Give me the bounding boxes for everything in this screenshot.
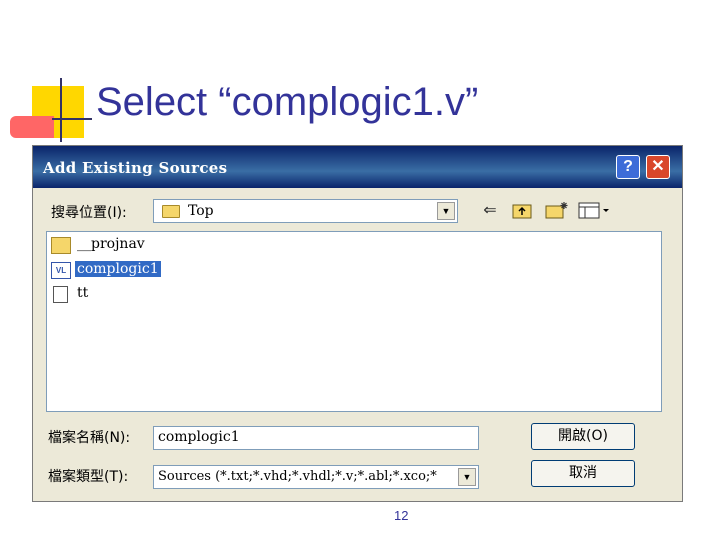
open-button[interactable]: 開啟(O) [531,423,635,450]
help-button[interactable]: ? [616,155,640,179]
new-folder-icon[interactable] [545,200,568,222]
add-existing-sources-dialog: Add Existing Sources ? ✕ 搜尋位置(I): Top ▼ … [32,145,683,502]
file-name-label: 檔案名稱(N): [48,430,131,446]
chevron-down-icon[interactable]: ▼ [437,202,455,220]
slide-decoration-horizontal-line [52,118,92,120]
slide-decoration-red-bar [10,116,54,138]
slide-decoration-vertical-line [60,78,62,142]
cancel-button[interactable]: 取消 [531,460,635,487]
list-item[interactable]: __projnav [51,236,251,256]
list-item-selected[interactable]: VL complogic1 [51,261,251,281]
chevron-down-icon[interactable]: ▼ [458,468,476,486]
look-in-value: Top [188,203,214,219]
slide-title: Select “complogic1.v” [96,80,479,124]
look-in-dropdown[interactable]: Top ▼ [153,199,458,223]
close-button[interactable]: ✕ [646,155,670,179]
file-list[interactable]: __projnav VL complogic1 tt [46,231,662,412]
folder-icon [51,237,71,254]
view-menu-icon[interactable] [577,200,611,222]
verilog-file-icon: VL [51,262,71,279]
folder-icon [162,205,180,218]
file-type-value: Sources (*.txt;*.vhd;*.vhdl;*.v;*.abl;*.… [158,469,437,484]
page-number: 12 [394,508,409,523]
file-type-dropdown[interactable]: Sources (*.txt;*.vhd;*.vhdl;*.v;*.abl;*.… [153,465,479,489]
back-arrow-icon[interactable]: ⇐ [479,200,501,222]
look-in-label: 搜尋位置(I): [51,205,127,221]
file-name: __projnav [77,236,145,252]
file-name-input[interactable]: complogic1 [153,426,479,450]
test-file-icon [53,286,68,303]
file-name: tt [77,285,89,301]
up-folder-icon[interactable] [511,200,533,222]
file-name: complogic1 [75,261,161,277]
file-type-label: 檔案類型(T): [48,469,129,485]
dialog-titlebar[interactable]: Add Existing Sources ? ✕ [33,146,682,188]
list-item[interactable]: tt [51,285,251,305]
dialog-title: Add Existing Sources [43,159,228,177]
